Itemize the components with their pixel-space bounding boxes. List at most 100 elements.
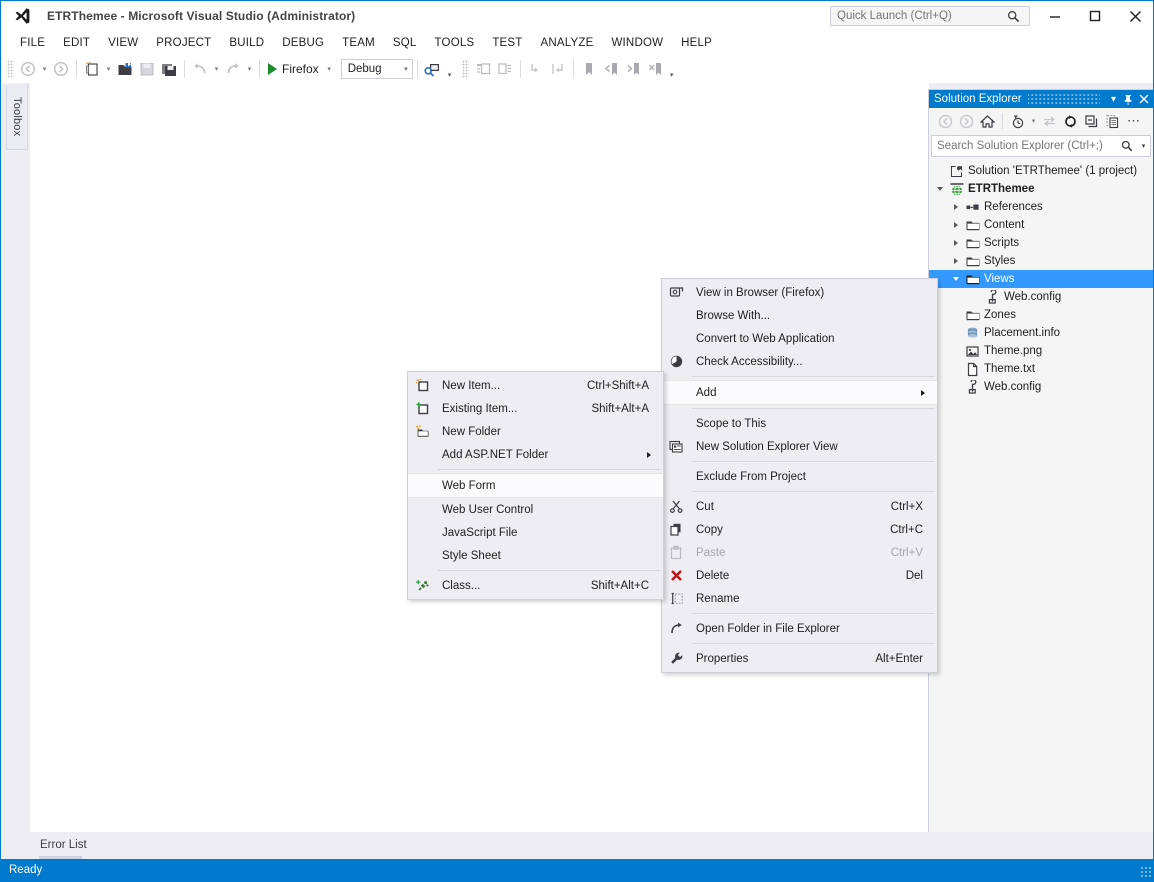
toolbar-grip-2[interactable] [461, 60, 469, 78]
panel-drag-dots[interactable] [1027, 94, 1100, 104]
undo-icon[interactable] [189, 58, 211, 80]
menu-item-view-in-browser[interactable]: View in Browser (Firefox) [662, 281, 937, 304]
twisty-closed[interactable] [949, 252, 963, 270]
tree-node-solution[interactable]: Solution 'ETRThemee' (1 project) [929, 162, 1153, 180]
solution-configuration-combo[interactable]: Debug ▾ [340, 59, 413, 79]
close-icon[interactable] [1136, 90, 1151, 108]
new-project-icon[interactable] [81, 58, 103, 80]
next-bookmark-icon[interactable] [622, 58, 644, 80]
menu-help[interactable]: HELP [672, 34, 721, 52]
twisty-closed[interactable] [949, 198, 963, 216]
tree-node-zones[interactable]: Zones [929, 306, 1153, 324]
menu-item-delete[interactable]: Delete Del [662, 564, 937, 587]
uncomment-selection-icon[interactable] [494, 58, 516, 80]
panel-menu-chevron-icon[interactable]: ▾ [1106, 90, 1121, 108]
menu-item-new-solution-explorer-view[interactable]: New Solution Explorer View [662, 435, 937, 458]
twisty-closed[interactable] [949, 234, 963, 252]
tree-node-content[interactable]: Content [929, 216, 1153, 234]
menu-test[interactable]: TEST [483, 34, 531, 52]
menu-item-copy[interactable]: Copy Ctrl+C [662, 518, 937, 541]
start-debug-button[interactable]: Firefox ▾ [264, 58, 337, 80]
previous-bookmark-icon[interactable] [600, 58, 622, 80]
menu-debug[interactable]: DEBUG [273, 34, 333, 52]
navigate-backward-dropdown-icon[interactable]: ▾ [39, 58, 50, 80]
back-icon[interactable] [935, 110, 956, 132]
submenu-item-web-user-control[interactable]: Web User Control [408, 498, 663, 521]
submenu-item-add-aspnet-folder[interactable]: Add ASP.NET Folder [408, 443, 663, 466]
menu-item-rename[interactable]: Rename [662, 587, 937, 610]
search-icon[interactable] [1007, 10, 1029, 23]
home-icon[interactable] [977, 110, 998, 132]
menu-item-browse-with[interactable]: Browse With... [662, 304, 937, 327]
menu-item-convert-to-web-application[interactable]: Convert to Web Application [662, 327, 937, 350]
menu-edit[interactable]: EDIT [54, 34, 99, 52]
tree-node-views-webconfig[interactable]: Web.config [929, 288, 1153, 306]
menu-tools[interactable]: TOOLS [426, 34, 484, 52]
decrease-indent-icon[interactable] [525, 58, 547, 80]
quick-launch-box[interactable] [830, 6, 1030, 26]
menu-project[interactable]: PROJECT [147, 34, 220, 52]
menu-item-properties[interactable]: Properties Alt+Enter [662, 647, 937, 670]
comment-selection-icon[interactable] [472, 58, 494, 80]
menu-build[interactable]: BUILD [220, 34, 273, 52]
twisty-closed[interactable] [949, 216, 963, 234]
menu-view[interactable]: VIEW [99, 34, 147, 52]
toolbar-grip[interactable] [7, 60, 14, 78]
twisty-open[interactable] [949, 270, 963, 288]
open-file-icon[interactable] [114, 58, 136, 80]
tree-node-references[interactable]: References [929, 198, 1153, 216]
close-button[interactable] [1115, 1, 1153, 31]
tree-node-project[interactable]: ETRThemee [929, 180, 1153, 198]
menu-sql[interactable]: SQL [384, 34, 426, 52]
forward-icon[interactable] [956, 110, 977, 132]
tree-node-views[interactable]: Views [929, 270, 1153, 288]
attach-to-process-icon[interactable] [422, 58, 444, 80]
search-icon-2[interactable] [1117, 140, 1137, 152]
submenu-item-existing-item[interactable]: Existing Item... Shift+Alt+A [408, 397, 663, 420]
menu-item-check-accessibility[interactable]: Check Accessibility... [662, 350, 937, 373]
tree-node-webconfig[interactable]: Web.config [929, 378, 1153, 396]
error-list-tab[interactable]: Error List [30, 834, 97, 856]
submenu-item-class[interactable]: Class... Shift+Alt+C [408, 574, 663, 597]
submenu-item-javascript-file[interactable]: JavaScript File [408, 521, 663, 544]
tree-node-theme-png[interactable]: Theme.png [929, 342, 1153, 360]
save-all-icon[interactable] [158, 58, 180, 80]
twisty-open[interactable] [933, 180, 947, 198]
redo-dropdown-icon[interactable]: ▾ [244, 58, 255, 80]
pending-changes-dropdown-icon[interactable]: ▾ [1028, 110, 1039, 132]
submenu-item-new-item[interactable]: New Item... Ctrl+Shift+A [408, 374, 663, 397]
menu-file[interactable]: FILE [11, 34, 54, 52]
minimize-button[interactable] [1035, 1, 1075, 31]
toolbar-overflow-icon-3[interactable]: ⋯ [1123, 110, 1144, 132]
navigate-backward-icon[interactable] [17, 58, 39, 80]
tree-node-scripts[interactable]: Scripts [929, 234, 1153, 252]
menu-item-scope-to-this[interactable]: Scope to This [662, 412, 937, 435]
save-icon[interactable] [136, 58, 158, 80]
menu-item-add[interactable]: Add [662, 380, 937, 405]
increase-indent-icon[interactable] [547, 58, 569, 80]
toolbar-overflow-icon[interactable]: ▾ [444, 57, 456, 82]
clear-bookmarks-icon[interactable] [644, 58, 666, 80]
new-project-dropdown-icon[interactable]: ▾ [103, 58, 114, 80]
collapse-all-icon[interactable] [1081, 110, 1102, 132]
maximize-button[interactable] [1075, 1, 1115, 31]
submenu-item-web-form[interactable]: Web Form [408, 473, 663, 498]
menu-item-exclude-from-project[interactable]: Exclude From Project [662, 465, 937, 488]
redo-icon[interactable] [222, 58, 244, 80]
resize-grip[interactable] [1140, 866, 1152, 878]
sync-with-active-document-icon[interactable] [1039, 110, 1060, 132]
refresh-icon[interactable] [1060, 110, 1081, 132]
tree-node-styles[interactable]: Styles [929, 252, 1153, 270]
submenu-item-new-folder[interactable]: New Folder [408, 420, 663, 443]
quick-launch-input[interactable] [831, 6, 1007, 26]
pending-changes-icon[interactable] [1007, 110, 1028, 132]
menu-window[interactable]: WINDOW [602, 34, 672, 52]
bookmark-icon[interactable] [578, 58, 600, 80]
solution-explorer-titlebar[interactable]: Solution Explorer ▾ [929, 90, 1153, 108]
tree-node-theme-txt[interactable]: Theme.txt [929, 360, 1153, 378]
toolbar-overflow-icon-2[interactable]: ▾ [666, 57, 678, 82]
solution-explorer-search-input[interactable] [932, 139, 1117, 153]
menu-analyze[interactable]: ANALYZE [532, 34, 603, 52]
start-debug-dropdown-icon[interactable]: ▾ [324, 58, 335, 80]
undo-dropdown-icon[interactable]: ▾ [211, 58, 222, 80]
